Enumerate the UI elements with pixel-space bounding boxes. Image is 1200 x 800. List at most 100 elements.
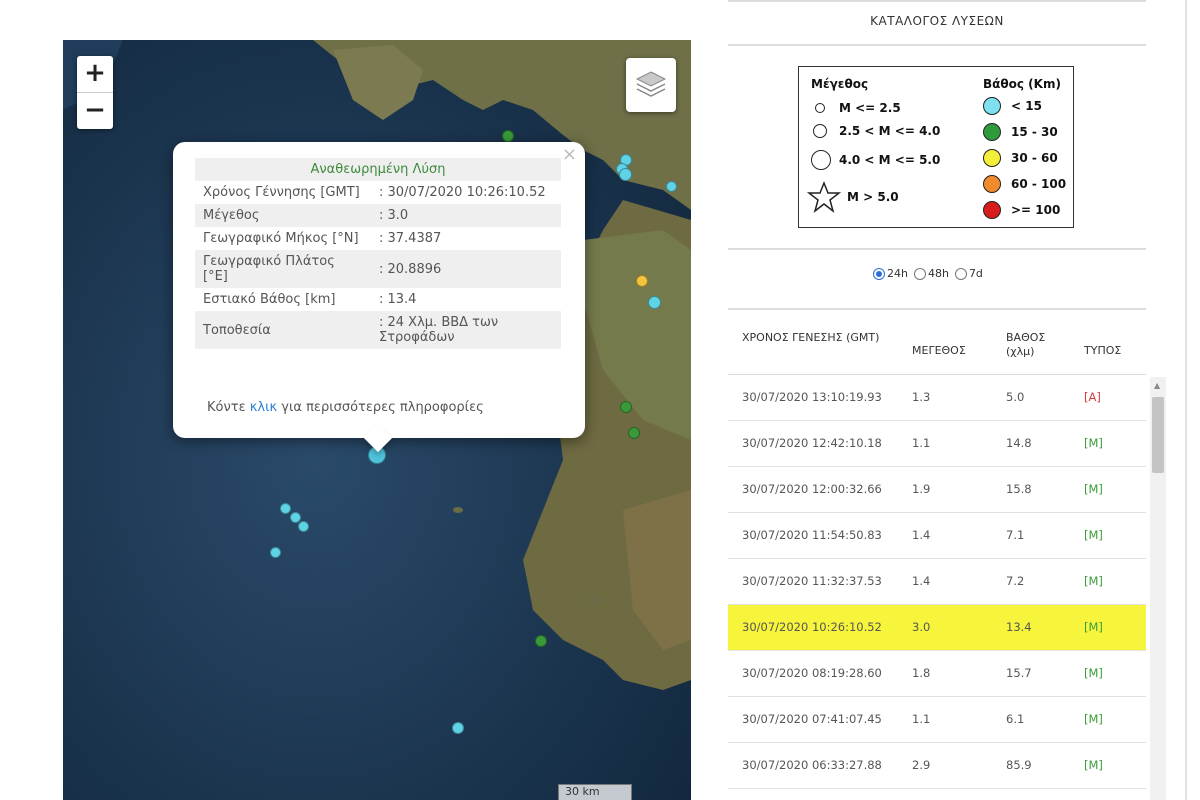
column-header-magnitude[interactable]: ΜΕΓΕΘΟΣ: [912, 344, 966, 358]
popup-details-table: Αναθεωρημένη Λύση Χρόνος Γέννησης [GMT] …: [195, 158, 561, 349]
divider: [728, 248, 1146, 250]
catalog-title: ΚΑΤΑΛΟΓΟΣ ΛΥΣΕΩΝ: [870, 14, 1004, 28]
scrollbar-thumb[interactable]: [1152, 397, 1164, 473]
legend-size-row: 4.0 < M <= 5.0: [811, 150, 940, 170]
zoom-control: + −: [77, 56, 113, 129]
table-row[interactable]: 30/07/2020 12:42:10.18 1.1 14.8 [M]: [728, 421, 1146, 467]
cell-magnitude: 1.1: [912, 436, 931, 450]
cell-time: 30/07/2020 08:19:28.60: [742, 666, 882, 680]
earthquake-marker[interactable]: [452, 722, 464, 734]
radio-24h-label[interactable]: 24h: [887, 267, 908, 280]
star-icon: [807, 181, 841, 213]
table-row[interactable]: 30/07/2020 12:00:32.66 1.9 15.8 [M]: [728, 467, 1146, 513]
popup-value-longitude: : 37.4387: [379, 231, 442, 246]
earthquake-marker[interactable]: [636, 275, 648, 287]
popup-label-magnitude: Μέγεθος: [195, 204, 371, 227]
popup-label-longitude: Γεωγραφικό Μήκος [°N]: [203, 231, 359, 246]
legend-depth-row: 15 - 30: [983, 123, 1058, 141]
column-header-type[interactable]: ΤΥΠΟΣ: [1084, 344, 1121, 358]
radio-48h[interactable]: [913, 267, 926, 280]
cell-depth: 5.0: [1006, 390, 1025, 404]
table-row-selected[interactable]: 30/07/2020 10:26:10.52 3.0 13.4 [M]: [728, 605, 1146, 651]
earthquake-table: 30/07/2020 13:10:19.93 1.3 5.0 [A] 30/07…: [728, 375, 1146, 789]
popup-value-location: : 24 Χλμ. ΒΒΔ των Στροφάδων: [371, 311, 561, 349]
table-row[interactable]: 30/07/2020 13:10:19.93 1.3 5.0 [A]: [728, 375, 1146, 421]
table-row[interactable]: 30/07/2020 08:19:28.60 1.8 15.7 [M]: [728, 651, 1146, 697]
earthquake-map[interactable]: + − × Αναθεωρημένη Λύση Χρόνος Γέννησης …: [63, 40, 691, 800]
depth-color-dot: [983, 123, 1001, 141]
legend-depth-label: 60 - 100: [1011, 177, 1067, 191]
cell-magnitude: 1.4: [912, 574, 931, 588]
popup-value-magnitude: : 3.0: [371, 204, 561, 227]
period-selector: 24h 48h 7d: [873, 267, 989, 280]
earthquake-marker[interactable]: [270, 547, 281, 558]
cell-depth: 85.9: [1006, 758, 1032, 772]
legend-depth-row: 30 - 60: [983, 149, 1058, 167]
earthquake-marker[interactable]: [648, 296, 661, 309]
radio-24h[interactable]: [873, 267, 885, 280]
table-scrollbar[interactable]: ▲: [1150, 377, 1166, 800]
cell-time: 30/07/2020 13:10:19.93: [742, 390, 882, 404]
cell-type: [M]: [1084, 482, 1103, 496]
earthquake-marker[interactable]: [620, 401, 632, 413]
earthquake-marker[interactable]: [502, 130, 514, 142]
cell-depth: 15.7: [1006, 666, 1032, 680]
popup-value-time: : 30/07/2020 10:26:10.52: [379, 185, 546, 200]
radio-48h-label[interactable]: 48h: [928, 267, 949, 280]
scroll-up-arrow-icon[interactable]: ▲: [1154, 381, 1160, 390]
layers-icon: [635, 71, 667, 97]
more-info-link[interactable]: κλικ: [250, 400, 277, 415]
cell-type: [M]: [1084, 666, 1103, 680]
cell-magnitude: 1.1: [912, 712, 931, 726]
table-row[interactable]: 30/07/2020 11:54:50.83 1.4 7.1 [M]: [728, 513, 1146, 559]
radio-7d-label[interactable]: 7d: [969, 267, 983, 280]
popup-label-location: Τοποθεσία: [195, 311, 371, 349]
column-header-time[interactable]: ΧΡΟΝΟΣ ΓΕΝΕΣΗΣ (GMT): [742, 331, 882, 345]
cell-time: 30/07/2020 12:00:32.66: [742, 482, 882, 496]
popup-more-info: Κόντε κλικ για περισσότερες πληροφορίες: [207, 400, 484, 415]
zoom-in-button[interactable]: +: [77, 56, 113, 92]
layers-button[interactable]: [626, 58, 676, 112]
earthquake-marker[interactable]: [619, 168, 632, 181]
legend-size-row: M > 5.0: [807, 181, 899, 213]
earthquake-marker[interactable]: [535, 635, 547, 647]
zoom-out-button[interactable]: −: [77, 92, 113, 129]
cell-depth: 7.1: [1006, 528, 1025, 542]
earthquake-marker[interactable]: [280, 503, 291, 514]
column-header-depth[interactable]: ΒΑΘΟΣ (χλμ): [1006, 331, 1066, 359]
table-row[interactable]: 30/07/2020 11:32:37.53 1.4 7.2 [M]: [728, 559, 1146, 605]
cell-time: 30/07/2020 11:32:37.53: [742, 574, 882, 588]
cell-depth: 14.8: [1006, 436, 1032, 450]
legend-box: Μέγεθος Βάθος (Km) M <= 2.5 2.5 < M <= 4…: [798, 66, 1074, 228]
table-row[interactable]: 30/07/2020 07:41:07.45 1.1 6.1 [M]: [728, 697, 1146, 743]
small-circle-icon: [815, 103, 825, 113]
legend-depth-row: < 15: [983, 97, 1042, 115]
table-row[interactable]: 30/07/2020 06:33:27.88 2.9 85.9 [M]: [728, 743, 1146, 789]
legend-depth-label: 30 - 60: [1011, 151, 1058, 165]
cell-depth: 7.2: [1006, 574, 1025, 588]
legend-depth-row: 60 - 100: [983, 175, 1066, 193]
popup-label-time: Χρόνος Γέννησης [GMT]: [203, 185, 360, 200]
earthquake-marker[interactable]: [628, 427, 640, 439]
popup-label-latitude: Γεωγραφικό Πλάτος [°E]: [195, 250, 371, 288]
earthquake-marker[interactable]: [666, 181, 677, 192]
popup-value-depth: : 13.4: [379, 292, 417, 307]
legend-size-label: M > 5.0: [847, 190, 899, 204]
cell-type: [M]: [1084, 620, 1103, 634]
cell-magnitude: 1.4: [912, 528, 931, 542]
legend-size-row: 2.5 < M <= 4.0: [813, 124, 940, 138]
divider: [728, 0, 1146, 2]
earthquake-marker[interactable]: [298, 521, 309, 532]
page-edge: [1185, 0, 1187, 800]
cell-time: 30/07/2020 12:42:10.18: [742, 436, 882, 450]
popup-label-depth: Εστιακό Βάθος [km]: [203, 292, 336, 307]
legend-size-header: Μέγεθος: [811, 77, 869, 91]
depth-color-dot: [983, 175, 1001, 193]
cell-magnitude: 3.0: [912, 620, 931, 634]
cell-depth: 15.8: [1006, 482, 1032, 496]
legend-depth-label: < 15: [1011, 99, 1042, 113]
popup-close-button[interactable]: ×: [562, 144, 577, 165]
map-scale: 30 km: [558, 784, 632, 800]
legend-size-label: 4.0 < M <= 5.0: [839, 153, 941, 167]
radio-7d[interactable]: [954, 267, 967, 280]
